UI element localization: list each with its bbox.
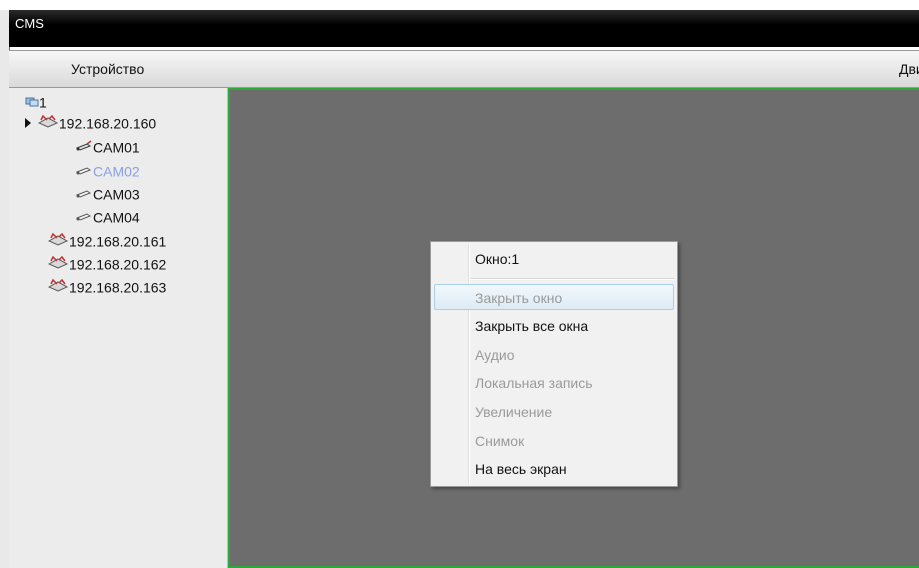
tree-device-node[interactable]: 192.168.20.162 <box>47 252 166 274</box>
context-menu: Окно:1 Закрыть окно Закрыть все окна Ауд… <box>430 241 678 487</box>
tree-root-node[interactable]: 1 <box>25 90 47 112</box>
second-column-header[interactable]: Дви <box>899 61 919 77</box>
menu-item-local-record[interactable]: Локальная запись <box>434 370 674 396</box>
tree-camera-node[interactable]: CAM02 <box>75 159 140 181</box>
device-tree[interactable]: 1 192.168.20.160 CAM01 CAM02 CAM03 CAM04… <box>9 88 228 568</box>
menu-item-close-all-windows[interactable]: Закрыть все окна <box>434 313 674 339</box>
menu-item-zoom[interactable]: Увеличение <box>434 399 674 425</box>
camera-icon <box>75 206 93 228</box>
app-title: CMS <box>15 16 44 31</box>
column-header: Устройство Дви <box>9 50 919 88</box>
menu-item-close-window[interactable]: Закрыть окно <box>434 284 674 310</box>
tree-camera-node[interactable]: CAM01 <box>75 135 140 157</box>
tree-camera-node[interactable]: CAM03 <box>75 182 140 204</box>
dvr-icon <box>37 112 59 134</box>
menu-title-window: Окно:1 <box>475 251 520 267</box>
camera-icon <box>75 183 93 205</box>
menu-item-fullscreen[interactable]: На весь экран <box>434 456 674 482</box>
menu-separator <box>471 278 675 280</box>
device-column-header[interactable]: Устройство <box>71 61 144 77</box>
camera-icon <box>75 160 93 182</box>
tree-device-node[interactable]: 192.168.20.163 <box>47 275 166 297</box>
tree-device-node[interactable]: 192.168.20.160 <box>24 111 156 133</box>
tree-camera-node[interactable]: CAM04 <box>75 205 140 227</box>
group-icon <box>25 91 39 113</box>
camera-icon <box>75 136 93 158</box>
dvr-icon <box>47 230 69 252</box>
expand-arrow-icon[interactable] <box>24 112 33 134</box>
dvr-icon <box>47 253 69 275</box>
menu-item-snapshot[interactable]: Снимок <box>434 428 674 454</box>
menu-item-audio[interactable]: Аудио <box>434 342 674 368</box>
cms-window: CMS Устройство Дви 1 <box>0 0 919 568</box>
title-bar: CMS <box>9 10 919 47</box>
dvr-icon <box>47 276 69 298</box>
tree-device-node[interactable]: 192.168.20.161 <box>47 229 166 251</box>
